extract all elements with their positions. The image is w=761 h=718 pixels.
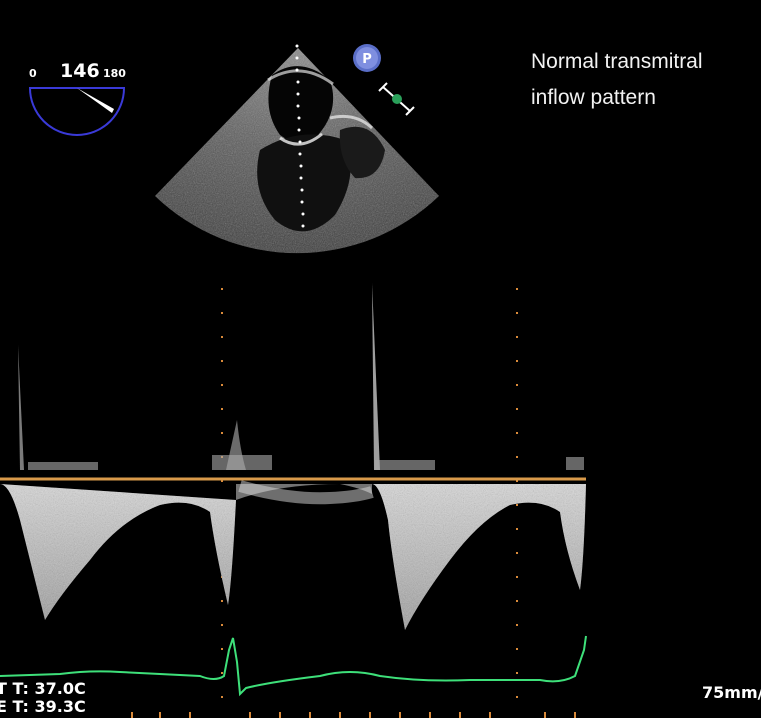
doppler-spectrum xyxy=(0,283,586,630)
angle-max-label: 180 xyxy=(103,67,126,80)
annotation-line-2: inflow pattern xyxy=(531,86,656,109)
annotation-text: Normal transmitral inflow pattern xyxy=(531,44,751,116)
angle-needle-icon xyxy=(77,88,114,113)
p-badge-icon: P xyxy=(353,44,381,72)
svg-text:P: P xyxy=(362,52,372,67)
echo-sector-image xyxy=(155,44,439,254)
time-scale xyxy=(131,712,576,718)
sweep-speed-label: 75mm/ xyxy=(702,683,761,702)
angle-min-label: 0 xyxy=(29,67,37,80)
temperature-line-1: T T: 37.0C xyxy=(0,679,86,698)
caliper-icon xyxy=(378,82,415,116)
angle-value: 146 xyxy=(60,60,100,82)
annotation-line-1: Normal transmitral xyxy=(531,50,703,73)
temperature-line-2: E T: 39.3C xyxy=(0,697,86,716)
echo-display: P 0 146 180 Normal transmitral inflow pa… xyxy=(0,0,761,718)
angle-gauge xyxy=(28,87,126,136)
ecg-trace xyxy=(0,635,587,697)
